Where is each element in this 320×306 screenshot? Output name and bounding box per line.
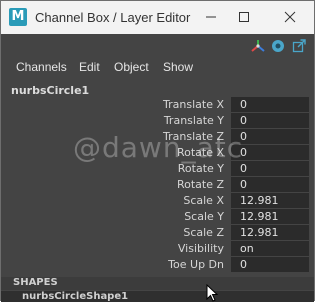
minimize-button[interactable]: [198, 5, 224, 29]
channel-box-window: M Channel Box / Layer Editor Channels Ed…: [0, 0, 315, 302]
attribute-value-field[interactable]: 0: [231, 113, 309, 128]
attribute-row-rotate-x[interactable]: Rotate X 0: [1, 145, 314, 161]
maya-app-icon: M: [9, 8, 27, 26]
close-button[interactable]: [277, 5, 303, 29]
attribute-row-translate-y[interactable]: Translate Y 0: [1, 113, 314, 129]
attribute-row-rotate-z[interactable]: Rotate Z 0: [1, 177, 314, 193]
shape-name[interactable]: nurbsCircleShape1: [22, 291, 128, 302]
attribute-value-field[interactable]: 0: [231, 177, 309, 192]
attribute-row-translate-x[interactable]: Translate X 0: [1, 97, 314, 113]
attribute-row-scale-y[interactable]: Scale Y 12.981: [1, 209, 314, 225]
attribute-label[interactable]: Rotate Y: [178, 162, 224, 175]
attribute-list: Translate X 0 Translate Y 0 Translate Z …: [1, 97, 314, 273]
attribute-value-field[interactable]: 12.981: [231, 193, 309, 208]
attribute-value-field[interactable]: on: [231, 241, 309, 256]
window-title: Channel Box / Layer Editor: [35, 10, 191, 25]
attribute-label[interactable]: Rotate Z: [177, 178, 224, 191]
attribute-value-field[interactable]: 0: [231, 161, 309, 176]
attribute-value-field[interactable]: 12.981: [231, 209, 309, 224]
attribute-row-scale-x[interactable]: Scale X 12.981: [1, 193, 314, 209]
menu-channels[interactable]: Channels: [16, 60, 67, 74]
attribute-value-field[interactable]: 0: [231, 129, 309, 144]
move-tool-icon[interactable]: [251, 38, 265, 52]
attribute-value-field[interactable]: 0: [231, 145, 309, 160]
attribute-row-scale-z[interactable]: Scale Z 12.981: [1, 225, 314, 241]
attribute-value-field[interactable]: 0: [231, 257, 309, 272]
external-link-icon[interactable]: [292, 38, 306, 53]
shape-item[interactable]: nurbsCircleShape1: [1, 291, 314, 302]
attribute-label[interactable]: Translate X: [163, 98, 224, 111]
maximize-button[interactable]: [231, 5, 257, 29]
attribute-row-translate-z[interactable]: Translate Z 0: [1, 129, 314, 145]
channel-box-toolbar: [1, 34, 314, 56]
attribute-row-toe-up-dn[interactable]: Toe Up Dn 0: [1, 257, 314, 273]
attribute-row-visibility[interactable]: Visibility on: [1, 241, 314, 257]
attribute-label[interactable]: Scale Y: [184, 210, 224, 223]
menu-edit[interactable]: Edit: [79, 60, 100, 74]
camera-icon[interactable]: [271, 38, 285, 52]
attribute-value-field[interactable]: 0: [231, 97, 309, 112]
node-name[interactable]: nurbsCircle1: [11, 84, 89, 97]
attribute-row-rotate-y[interactable]: Rotate Y 0: [1, 161, 314, 177]
menu-bar: Channels Edit Object Show: [1, 56, 314, 78]
channel-box-content: nurbsCircle1 Translate X 0 Translate Y 0…: [1, 78, 314, 302]
shapes-header-label: SHAPES: [13, 277, 58, 288]
menu-object[interactable]: Object: [114, 60, 149, 74]
title-bar: M Channel Box / Layer Editor: [1, 1, 314, 34]
attribute-label[interactable]: Rotate X: [177, 146, 224, 159]
shapes-section-header: SHAPES: [1, 277, 314, 290]
attribute-label[interactable]: Visibility: [178, 242, 224, 255]
attribute-label[interactable]: Translate Z: [163, 130, 224, 143]
attribute-label[interactable]: Scale X: [183, 194, 224, 207]
attribute-label[interactable]: Scale Z: [183, 226, 224, 239]
menu-show[interactable]: Show: [163, 60, 193, 74]
attribute-value-field[interactable]: 12.981: [231, 225, 309, 240]
mouse-cursor-icon: [206, 283, 220, 302]
attribute-label[interactable]: Translate Y: [164, 114, 224, 127]
attribute-label[interactable]: Toe Up Dn: [168, 258, 224, 271]
